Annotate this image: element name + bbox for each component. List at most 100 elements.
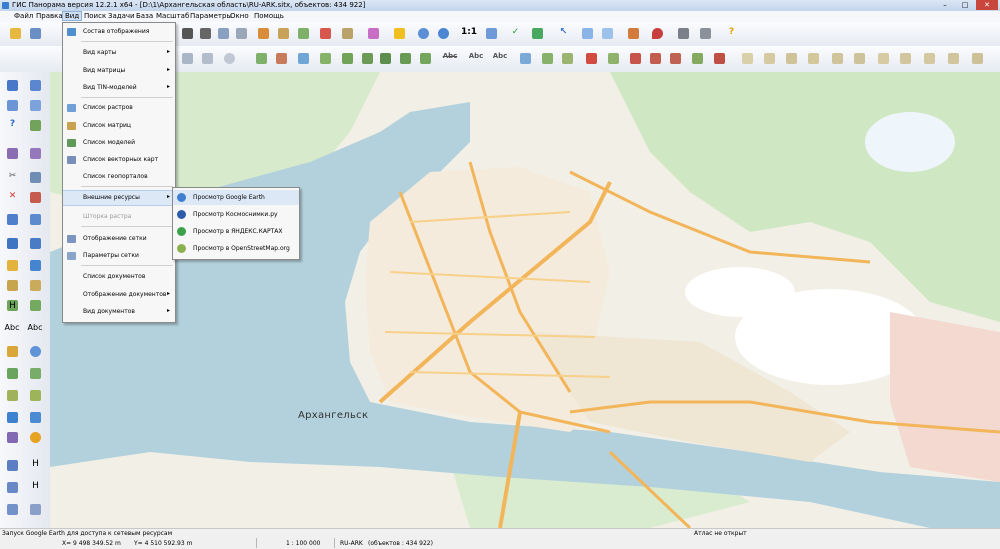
eraser-11-icon[interactable] <box>970 51 985 66</box>
delete-area-icon[interactable] <box>28 190 43 205</box>
open-folder-icon[interactable] <box>8 26 23 41</box>
pen-icon[interactable] <box>5 78 20 93</box>
segment-icon[interactable] <box>318 51 333 66</box>
line-draw-icon[interactable] <box>254 51 269 66</box>
submenu-item-osm[interactable]: Просмотр в OpenStreetMap.org <box>173 241 299 256</box>
binoculars-search-icon[interactable] <box>198 26 213 41</box>
wave-2-icon[interactable] <box>28 410 43 425</box>
label-abc-button[interactable]: Abc <box>2 322 22 337</box>
vertex-icon[interactable] <box>296 51 311 66</box>
curve-up-icon[interactable] <box>5 458 20 473</box>
menu-database[interactable]: База <box>134 12 155 20</box>
eraser-9-icon[interactable] <box>922 51 937 66</box>
arrow-down-icon[interactable] <box>378 51 393 66</box>
table-icon[interactable] <box>600 26 615 41</box>
label-move-button[interactable]: Abc <box>490 51 510 66</box>
scale-1-1-button[interactable]: 1:1 <box>458 26 480 41</box>
menu-item-document-view[interactable]: Вид документов ▸ <box>63 305 175 319</box>
label-abc-2-button[interactable]: Abc <box>25 322 45 337</box>
eraser-3-icon[interactable] <box>784 51 799 66</box>
eraser-6-icon[interactable] <box>852 51 867 66</box>
strip-3-icon[interactable] <box>418 51 433 66</box>
semantics-icon[interactable] <box>606 51 621 66</box>
checkmark-icon[interactable]: ✓ <box>508 26 523 41</box>
close-button[interactable]: ✕ <box>976 0 998 10</box>
help-icon[interactable]: ? <box>724 26 739 41</box>
text-tool-2-icon[interactable] <box>28 278 43 293</box>
palette-icon[interactable] <box>366 26 381 41</box>
print-icon[interactable] <box>676 26 691 41</box>
map-pin-icon[interactable] <box>650 26 665 41</box>
submenu-item-yandex[interactable]: Просмотр в ЯНДЕКС.КАРТАХ <box>173 224 299 239</box>
cancel-red-icon[interactable] <box>584 51 599 66</box>
wave-icon[interactable] <box>5 410 20 425</box>
menu-tasks[interactable]: Задачи <box>106 12 137 20</box>
map-view[interactable]: Архангельск <box>50 72 1000 528</box>
eraser-icon[interactable] <box>740 51 755 66</box>
menu-item-vector-list[interactable]: Список векторных карт <box>63 153 175 167</box>
torch-icon[interactable] <box>5 344 20 359</box>
list-icon[interactable] <box>234 26 249 41</box>
form-icon[interactable] <box>580 26 595 41</box>
menu-item-external-resources[interactable]: Внешние ресурсы ▸ <box>63 190 175 206</box>
layers-icon[interactable] <box>5 388 20 403</box>
menu-help[interactable]: Помощь <box>252 12 286 20</box>
ruler-icon[interactable] <box>5 258 20 273</box>
height-plus-icon[interactable]: H <box>28 458 43 473</box>
menu-item-tin-view[interactable]: Вид TIN-моделей ▸ <box>63 81 175 95</box>
menu-item-geoportal-list[interactable]: Список геопорталов <box>63 170 175 184</box>
star-icon[interactable] <box>28 258 43 273</box>
move-object-icon[interactable] <box>340 26 355 41</box>
line-cut-icon[interactable] <box>274 51 289 66</box>
menu-item-display-composition[interactable]: Состав отображения <box>63 25 175 39</box>
envelope-icon[interactable] <box>628 51 643 66</box>
print-preview-icon[interactable] <box>698 26 713 41</box>
trace-icon[interactable] <box>5 236 20 251</box>
delete-object-icon[interactable] <box>318 26 333 41</box>
branch-icon[interactable] <box>28 212 43 227</box>
text-tool-icon[interactable] <box>5 278 20 293</box>
delete-red-x-icon[interactable]: ✕ <box>5 190 20 205</box>
split-icon[interactable] <box>540 51 555 66</box>
draw-pencil-icon[interactable] <box>256 26 271 41</box>
menu-window[interactable]: Окно <box>228 12 251 20</box>
menu-item-document-list[interactable]: Список документов <box>63 270 175 284</box>
label-rotate-button[interactable]: Abc <box>466 51 486 66</box>
paint-icon[interactable] <box>5 430 20 445</box>
symbol-2-icon[interactable] <box>28 298 43 313</box>
menu-item-model-list[interactable]: Список моделей <box>63 136 175 150</box>
settings-gear-icon[interactable] <box>28 430 43 445</box>
menu-item-document-display[interactable]: Отображение документов ▸ <box>63 288 175 302</box>
eraser-8-icon[interactable] <box>898 51 913 66</box>
zoom-map-icon[interactable] <box>28 344 43 359</box>
select-object-icon[interactable] <box>216 26 231 41</box>
submenu-item-google-earth[interactable]: Просмотр Google Earth <box>173 190 299 205</box>
submenu-item-kosmosnimki[interactable]: Просмотр Космоснимки.ру <box>173 207 299 222</box>
layers-2-icon[interactable] <box>28 388 43 403</box>
curve-down-icon[interactable] <box>5 480 20 495</box>
height-x-icon[interactable] <box>28 502 43 517</box>
pen-2-icon[interactable] <box>28 78 43 93</box>
back-arrow-icon[interactable] <box>530 26 545 41</box>
menu-item-matrix-list[interactable]: Список матриц <box>63 119 175 133</box>
save-icon[interactable] <box>28 26 43 41</box>
height-minus-icon[interactable]: H <box>28 480 43 495</box>
zoom-region-icon[interactable] <box>484 26 499 41</box>
polyline-icon[interactable] <box>5 98 20 113</box>
eraser-10-icon[interactable] <box>946 51 961 66</box>
maximize-button[interactable]: □ <box>955 0 975 10</box>
strip-down-icon[interactable] <box>360 51 375 66</box>
eraser-2-icon[interactable] <box>762 51 777 66</box>
pointer-icon[interactable]: ↖ <box>556 26 571 41</box>
menu-scale[interactable]: Масштаб <box>154 12 191 20</box>
arrow-down-2-icon[interactable] <box>398 51 413 66</box>
route-icon[interactable] <box>626 26 641 41</box>
measure-icon[interactable] <box>28 118 43 133</box>
eraser-5-icon[interactable] <box>830 51 845 66</box>
lightning-icon[interactable] <box>392 26 407 41</box>
cut-area-icon[interactable] <box>28 170 43 185</box>
node-edit-icon[interactable] <box>5 146 20 161</box>
edit-tool-icon[interactable] <box>180 51 195 66</box>
menu-item-raster-list[interactable]: Список растров <box>63 101 175 115</box>
menu-file[interactable]: Файл <box>12 12 35 20</box>
